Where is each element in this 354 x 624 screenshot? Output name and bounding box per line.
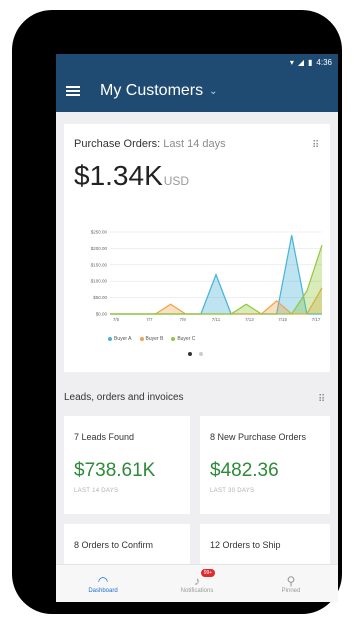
x-tick-label: 7/15 xyxy=(278,317,287,322)
tile-label: 8 New Purchase Orders xyxy=(210,432,307,442)
nav-label: Notifications xyxy=(180,588,214,594)
nav-label: Dashboard xyxy=(88,588,118,594)
pin-icon: ⚲ xyxy=(286,574,296,588)
y-tick-label: $100.00 xyxy=(91,279,108,284)
tile-caption: LAST 14 DAYS xyxy=(74,488,119,494)
bottom-navigation: ◠ Dashboard ♪ 99+ Notifications ⚲ Pinned xyxy=(56,564,338,602)
notification-badge: 99+ xyxy=(200,569,216,577)
legend-item-c: Buyer C xyxy=(171,336,195,342)
leads-tile[interactable]: 7 Leads Found $738.61K LAST 14 DAYS xyxy=(64,416,190,514)
currency-label: USD xyxy=(163,174,190,188)
tile-label: 7 Leads Found xyxy=(74,432,135,442)
amount-value: $1.34K xyxy=(74,160,163,191)
section-more-icon[interactable]: ⠿ xyxy=(318,394,325,405)
x-tick-label: 7/11 xyxy=(212,317,221,322)
signal-icon: ◢ xyxy=(297,57,305,67)
y-tick-label: $250.00 xyxy=(91,230,108,235)
x-tick-label: 7/5 xyxy=(113,317,120,322)
page-indicator[interactable] xyxy=(188,352,203,356)
wifi-icon: ▾ xyxy=(289,57,294,67)
new-purchase-orders-tile[interactable]: 8 New Purchase Orders $482.36 LAST 30 DA… xyxy=(200,416,330,514)
y-tick-label: $50.00 xyxy=(93,295,107,300)
tile-label: 12 Orders to Ship xyxy=(210,540,281,550)
card-title: Purchase Orders: xyxy=(74,138,161,150)
gauge-icon: ◠ xyxy=(97,574,109,588)
phone-frame: ▾ ◢ ▮ 4:36 My Customers ⌄ Purchase Order… xyxy=(12,10,342,614)
status-bar: ▾ ◢ ▮ 4:36 xyxy=(56,54,338,70)
app-screen: ▾ ◢ ▮ 4:36 My Customers ⌄ Purchase Order… xyxy=(56,54,338,602)
page-dot-1[interactable] xyxy=(188,352,192,356)
x-tick-label: 7/7 xyxy=(146,317,153,322)
tile-caption: LAST 30 DAYS xyxy=(210,488,255,494)
purchase-total: $1.34KUSD xyxy=(74,160,189,192)
tile-value: $738.61K xyxy=(74,460,156,481)
y-tick-label: $0.00 xyxy=(96,312,108,317)
x-tick-label: 7/17 xyxy=(312,317,321,322)
y-tick-label: $200.00 xyxy=(91,246,108,251)
bell-icon: ♪ xyxy=(194,574,200,588)
legend-item-a: Buyer A xyxy=(108,336,132,342)
x-tick-label: 7/9 xyxy=(180,317,187,322)
battery-icon: ▮ xyxy=(308,57,313,67)
clock: 4:36 xyxy=(316,57,332,67)
section-title: Leads, orders and invoices xyxy=(64,392,184,403)
page-dot-2[interactable] xyxy=(199,352,203,356)
nav-notifications[interactable]: ♪ 99+ Notifications xyxy=(150,565,244,602)
nav-label: Pinned xyxy=(281,588,301,594)
more-icon[interactable]: ⠿ xyxy=(312,140,319,151)
x-tick-label: 7/13 xyxy=(245,317,254,322)
purchase-orders-chart: $0.00 $50.00 $100.00 $150.00 $200.00 $250.00 7… xyxy=(91,230,323,322)
menu-icon[interactable] xyxy=(66,86,80,96)
nav-pinned[interactable]: ⚲ Pinned xyxy=(244,565,338,602)
purchase-orders-card[interactable]: Purchase Orders: Last 14 days ⠿ $1.34KUS… xyxy=(64,124,330,372)
y-tick-label: $150.00 xyxy=(91,262,108,267)
card-subtitle: Last 14 days xyxy=(163,138,226,150)
card-header: Purchase Orders: Last 14 days xyxy=(74,138,226,150)
app-title[interactable]: My Customers xyxy=(100,82,203,100)
legend-item-b: Buyer B xyxy=(139,336,163,342)
chevron-down-icon[interactable]: ⌄ xyxy=(209,86,217,97)
app-bar: My Customers ⌄ xyxy=(56,70,338,112)
nav-dashboard[interactable]: ◠ Dashboard xyxy=(56,565,150,602)
tile-value: $482.36 xyxy=(210,460,279,481)
chart-legend: Buyer A Buyer B Buyer C xyxy=(108,336,195,342)
tile-label: 8 Orders to Confirm xyxy=(74,540,154,550)
